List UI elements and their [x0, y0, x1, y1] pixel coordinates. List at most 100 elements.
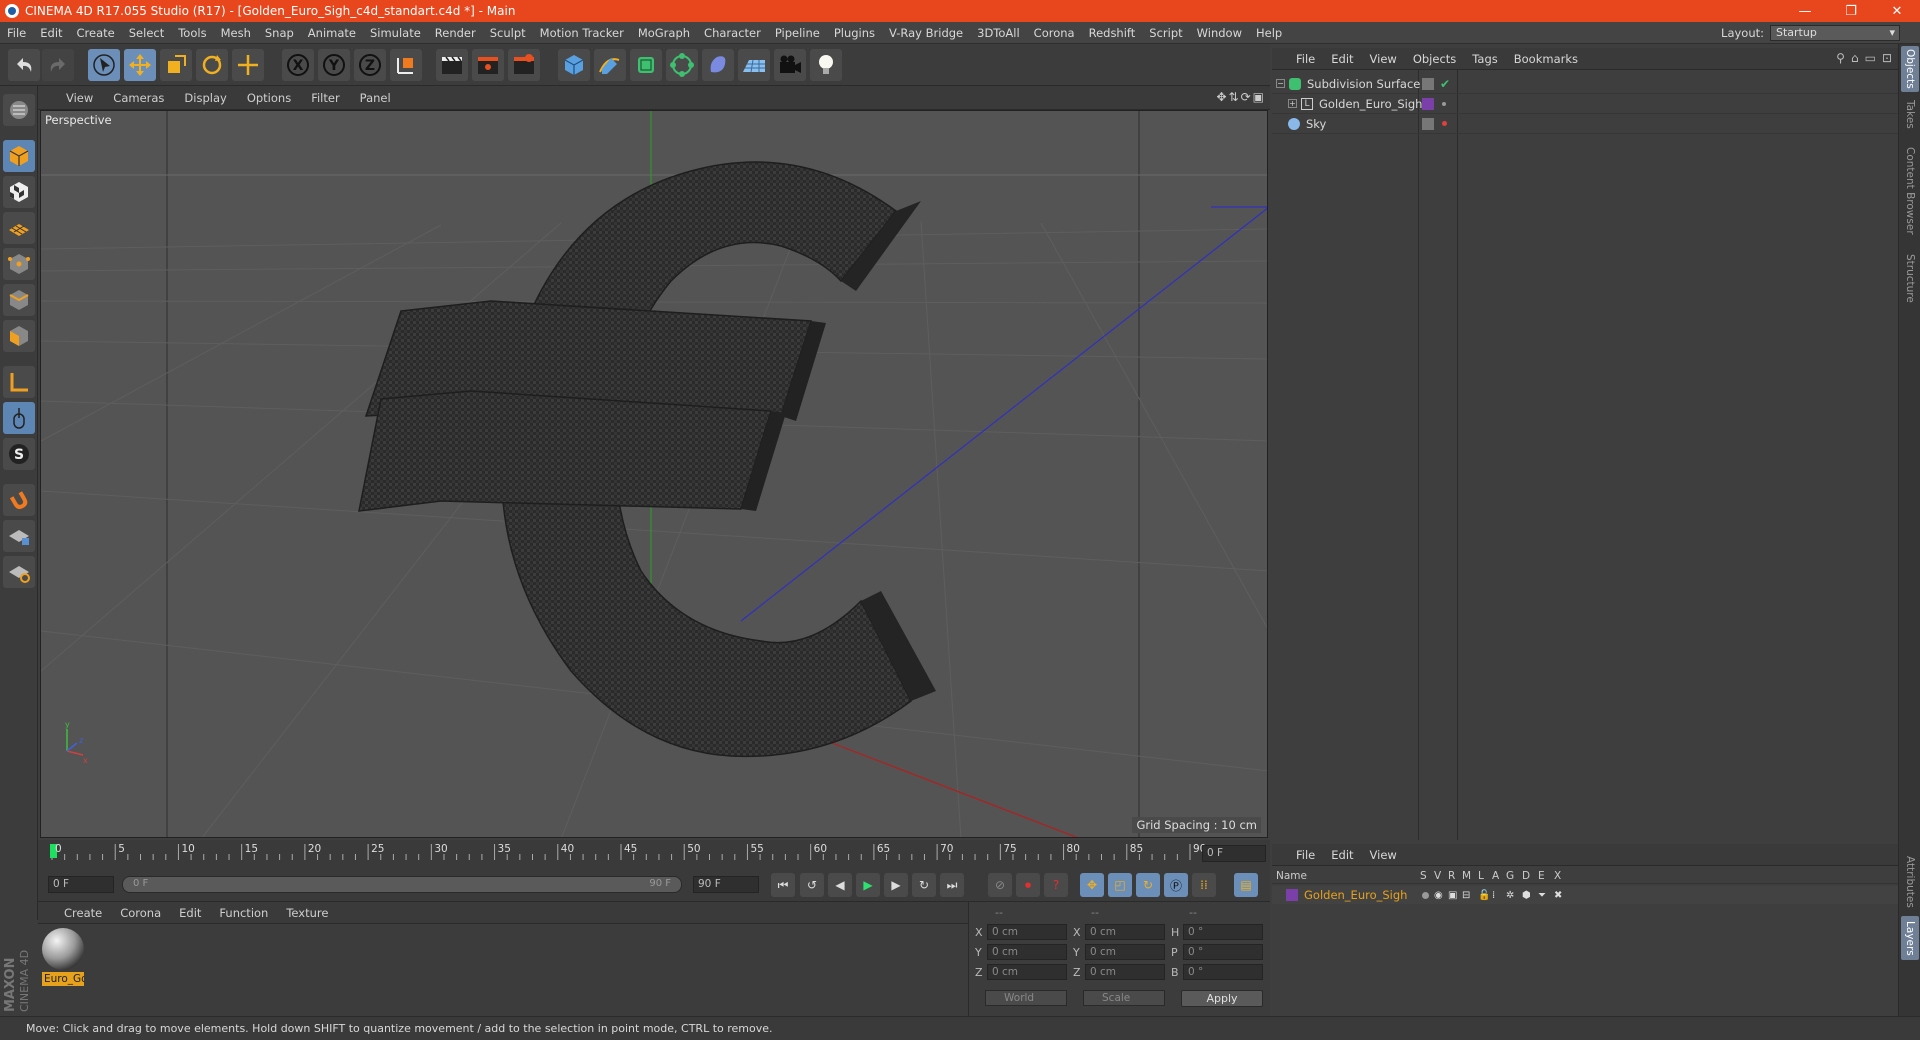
generator-toggle-icon[interactable]: ✲ [1506, 890, 1514, 901]
go-to-start-button[interactable]: ⏮ [771, 873, 795, 897]
visibility-toggle-icon[interactable] [1422, 117, 1434, 130]
previous-frame-button[interactable]: ◀ [828, 873, 852, 897]
layer-menu-file[interactable]: File [1272, 848, 1323, 862]
rotation-h-field[interactable]: 0 ° [1183, 924, 1263, 940]
render-picture-viewer-button[interactable] [472, 49, 504, 81]
coordinate-space-select[interactable]: World [985, 990, 1067, 1006]
object-row-subdivision-surface[interactable]: − Subdivision Surface ✔ [1272, 74, 1898, 94]
viewport-menu-view[interactable]: View [38, 91, 103, 105]
material-swatch[interactable]: Euro_Go [42, 928, 84, 986]
tab-attributes[interactable]: Attributes [1901, 852, 1919, 912]
render-view-button[interactable] [436, 49, 468, 81]
position-y-field[interactable]: 0 cm [987, 944, 1067, 960]
minimize-button[interactable]: — [1782, 4, 1828, 19]
visibility-dot-icon[interactable] [1442, 101, 1446, 106]
viewport-menu-panel[interactable]: Panel [350, 91, 401, 105]
add-cube-button[interactable] [558, 49, 590, 81]
size-x-field[interactable]: 0 cm [1085, 924, 1165, 940]
keyframe-selection-button[interactable]: ? [1044, 873, 1068, 897]
layer-menu-edit[interactable]: Edit [1323, 848, 1361, 862]
new-window-icon[interactable]: ▭ [1865, 51, 1876, 65]
rotation-b-field[interactable]: 0 ° [1183, 964, 1263, 980]
tweak-mode-button[interactable] [3, 402, 35, 434]
viewport-menu-filter[interactable]: Filter [301, 91, 349, 105]
points-mode-button[interactable] [3, 248, 35, 280]
viewport-dolly-icon[interactable]: ⇅ [1229, 90, 1239, 104]
lock-icon[interactable]: 🔓 [1478, 890, 1490, 901]
tab-takes[interactable]: Takes [1901, 96, 1919, 132]
rotation-p-field[interactable]: 0 ° [1183, 944, 1263, 960]
lock-x-axis-button[interactable]: X [282, 49, 314, 81]
object-menu-view[interactable]: View [1362, 52, 1405, 66]
object-menu-file[interactable]: File [1272, 52, 1323, 66]
euro-sign-model[interactable] [358, 161, 936, 758]
menu-character[interactable]: Character [697, 26, 768, 40]
current-frame-field[interactable]: 0 F [1202, 845, 1266, 862]
disabled-dot-icon[interactable] [1442, 121, 1447, 126]
menu-snap[interactable]: Snap [258, 26, 301, 40]
add-light-button[interactable] [810, 49, 842, 81]
add-camera-button[interactable] [774, 49, 806, 81]
tab-content-browser[interactable]: Content Browser [1901, 136, 1919, 246]
axis-mode-button[interactable] [3, 366, 35, 398]
visible-eye-icon[interactable]: ◉ [1434, 890, 1443, 901]
material-menu-texture[interactable]: Texture [277, 906, 337, 920]
snap-button[interactable]: S [3, 438, 35, 470]
object-row-golden-euro-sigh[interactable]: + L Golden_Euro_Sigh [1272, 94, 1898, 114]
object-row-sky[interactable]: Sky [1272, 114, 1898, 134]
search-icon[interactable]: ⚲ [1836, 51, 1845, 65]
menu-render[interactable]: Render [428, 26, 483, 40]
render-toggle-icon[interactable]: ▣ [1448, 890, 1457, 901]
expand-toggle-icon[interactable]: + [1288, 99, 1297, 108]
object-menu-objects[interactable]: Objects [1405, 52, 1464, 66]
previous-key-button[interactable]: ↺ [800, 873, 824, 897]
object-menu-tags[interactable]: Tags [1464, 52, 1505, 66]
live-selection-button[interactable] [88, 49, 120, 81]
menu-mesh[interactable]: Mesh [214, 26, 258, 40]
start-frame-field[interactable]: 0 F [48, 876, 114, 893]
next-key-button[interactable]: ↻ [912, 873, 936, 897]
layout-select[interactable]: Startup [1770, 25, 1900, 41]
viewport-menu-options[interactable]: Options [237, 91, 301, 105]
menu-edit[interactable]: Edit [33, 26, 69, 40]
position-x-field[interactable]: 0 cm [987, 924, 1067, 940]
frame-range-slider[interactable]: 0 F 90 F [122, 876, 682, 893]
lock-y-axis-button[interactable]: Y [318, 49, 350, 81]
layer-menu-view[interactable]: View [1362, 848, 1405, 862]
restore-button[interactable]: ❐ [1828, 4, 1874, 19]
viewport-menu-display[interactable]: Display [174, 91, 236, 105]
expression-toggle-icon[interactable]: ⏷ [1538, 890, 1546, 901]
size-z-field[interactable]: 0 cm [1085, 964, 1165, 980]
workplane-mode-button[interactable] [3, 212, 35, 244]
autokeying-button[interactable]: ⏺ [1016, 873, 1040, 897]
perspective-viewport[interactable]: y x z Perspective Grid Spacing : 10 cm [40, 110, 1268, 838]
key-parameter-button[interactable]: Ⓟ [1164, 873, 1188, 897]
object-menu-edit[interactable]: Edit [1323, 52, 1361, 66]
deformer-toggle-icon[interactable]: ⬢ [1522, 890, 1531, 901]
add-array-button[interactable] [666, 49, 698, 81]
visibility-toggle-icon[interactable] [1422, 77, 1434, 90]
home-icon[interactable]: ⌂ [1851, 51, 1859, 65]
tab-layers[interactable]: Layers [1901, 916, 1919, 960]
menu-plugins[interactable]: Plugins [827, 26, 882, 40]
model-mode-button[interactable] [3, 140, 35, 172]
next-frame-button[interactable]: ▶ [884, 873, 908, 897]
viewport-pan-icon[interactable]: ✥ [1216, 90, 1226, 104]
xref-toggle-icon[interactable]: ✖ [1554, 890, 1562, 901]
layer-color-swatch[interactable] [1422, 97, 1434, 110]
material-menu-corona[interactable]: Corona [111, 906, 170, 920]
menu-file[interactable]: File [0, 26, 33, 40]
coordinate-system-button[interactable] [390, 49, 422, 81]
manager-toggle-icon[interactable]: ⊟ [1462, 890, 1470, 901]
key-scale-button[interactable]: ◰ [1108, 873, 1132, 897]
size-y-field[interactable]: 0 cm [1085, 944, 1165, 960]
key-pla-button[interactable]: ⁞⁞ [1192, 873, 1216, 897]
menu-corona[interactable]: Corona [1027, 26, 1082, 40]
menu-tools[interactable]: Tools [171, 26, 213, 40]
timeline-window-button[interactable]: ▤ [1234, 873, 1258, 897]
menu-animate[interactable]: Animate [301, 26, 363, 40]
enable-magnet-button[interactable] [3, 484, 35, 516]
object-menu-bookmarks[interactable]: Bookmarks [1506, 52, 1586, 66]
solo-toggle-icon[interactable] [1422, 891, 1429, 899]
redo-button[interactable] [42, 49, 74, 81]
